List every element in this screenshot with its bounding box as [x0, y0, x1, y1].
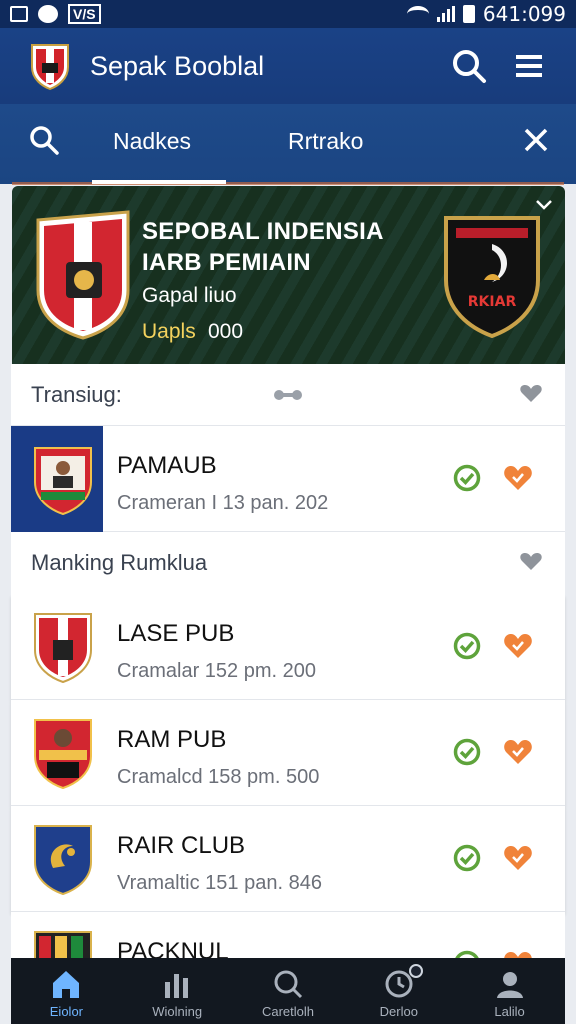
status-bar: V/S 641:099 — [0, 0, 576, 28]
app-title: Sepak Booblal — [90, 50, 265, 81]
gallery-icon — [10, 6, 28, 22]
team-name: RAM PUB — [117, 726, 227, 753]
nav-label: Caretlolh — [261, 1003, 314, 1019]
team-crest-icon — [34, 447, 92, 516]
signal-icon — [436, 6, 455, 22]
sub-toolbar: Nadkes Rrtrako — [0, 104, 576, 185]
menu-icon[interactable] — [510, 47, 548, 85]
check-icon[interactable] — [453, 844, 481, 872]
heart-icon[interactable] — [519, 382, 543, 404]
team-name: LASE PUB — [117, 620, 235, 647]
nav-item-profile[interactable]: Lalilo — [460, 964, 560, 1019]
stats-icon — [165, 973, 189, 998]
nav-item-stats[interactable]: Wiolning — [127, 964, 227, 1019]
list-item[interactable]: PAMAUB Crameran I 13 pan. 202 — [11, 426, 565, 532]
match-info: Vramaltic 151 pan. 846 — [117, 872, 322, 894]
nav-label: Derloo — [379, 1003, 418, 1019]
notification-dot — [408, 963, 423, 978]
banner-title: SEPOBAL INDENSIA IARB PEMIAIN — [142, 216, 384, 278]
section-title: Transiug: — [31, 382, 122, 407]
home-icon — [53, 970, 80, 998]
heart-icon[interactable] — [503, 464, 533, 492]
chevron-down-icon[interactable] — [533, 194, 555, 216]
list-item[interactable]: RAM PUB Cramalcd 158 pm. 500 — [11, 700, 565, 806]
drag-handle-icon[interactable] — [273, 386, 303, 404]
heart-icon[interactable] — [503, 844, 533, 872]
search-icon[interactable] — [450, 47, 488, 85]
match-info: Crameran I 13 pan. 202 — [117, 492, 329, 514]
tab-nadkes[interactable]: Nadkes — [113, 128, 191, 155]
match-info: Cramalcd 158 pm. 500 — [117, 766, 320, 788]
banner-subtitle: Gapal liuo — [142, 284, 237, 307]
home-team-crest-icon — [36, 210, 130, 340]
team-crest-icon — [34, 719, 92, 790]
team-name: RAIR CLUB — [117, 832, 246, 859]
section-header: Transiug: — [11, 364, 565, 426]
list-item[interactable]: RAIR CLUB Vramaltic 151 pan. 846 — [11, 806, 565, 912]
check-icon[interactable] — [453, 464, 481, 492]
nav-label: Wiolning — [152, 1003, 203, 1019]
heart-icon[interactable] — [503, 738, 533, 766]
club-logo-icon — [31, 44, 69, 91]
status-time: 641:099 — [482, 2, 566, 26]
match-list: Transiug: PAMAUB Crameran I 13 pan. 202 … — [11, 364, 565, 1018]
featured-match-banner[interactable]: SEPOBAL INDENSIA IARB PEMIAIN Gapal liuo… — [12, 186, 565, 364]
bottom-navigation: Eiolor Wiolning Caretlolh Derloo Lalilo — [11, 958, 565, 1024]
search-icon[interactable] — [28, 124, 60, 156]
notification-icon — [38, 5, 58, 23]
nav-label: Eiolor — [49, 1003, 84, 1019]
profile-icon — [496, 971, 523, 998]
banner-stat-value: 000 — [208, 320, 244, 343]
team-name: PAMAUB — [117, 452, 217, 479]
nav-item-search[interactable]: Caretlolh — [238, 964, 338, 1019]
active-tab-indicator — [92, 180, 226, 184]
heart-icon[interactable] — [503, 632, 533, 660]
match-info: Cramalar 152 pm. 200 — [117, 660, 316, 682]
wifi-icon — [406, 6, 429, 22]
away-team-crest-text: RKIAR — [468, 294, 517, 310]
app-bar: Sepak Booblal — [0, 28, 576, 104]
team-crest-icon — [34, 613, 92, 684]
team-crest-icon — [34, 825, 92, 896]
search-icon — [274, 970, 303, 998]
check-icon[interactable] — [453, 632, 481, 660]
section-header: Manking Rumklua — [11, 532, 565, 594]
nav-item-clock[interactable]: Derloo — [349, 963, 449, 1019]
status-badge: V/S — [68, 4, 101, 24]
list-item[interactable]: LASE PUB Cramalar 152 pm. 200 — [11, 594, 565, 700]
close-icon[interactable] — [522, 126, 550, 154]
tab-rrtrako[interactable]: Rrtrako — [288, 128, 363, 155]
nav-item-home[interactable]: Eiolor — [16, 964, 116, 1019]
battery-icon — [462, 5, 475, 23]
banner-stat-label: Uapls — [142, 320, 196, 343]
section-title: Manking Rumklua — [31, 550, 208, 575]
away-team-crest-icon: RKIAR — [444, 216, 540, 338]
nav-label: Lalilo — [494, 1003, 525, 1019]
heart-icon[interactable] — [519, 550, 543, 572]
banner-title-line1: SEPOBAL INDENSIA — [142, 218, 384, 245]
banner-title-line2: IARB PEMIAIN — [142, 249, 311, 276]
check-icon[interactable] — [453, 738, 481, 766]
